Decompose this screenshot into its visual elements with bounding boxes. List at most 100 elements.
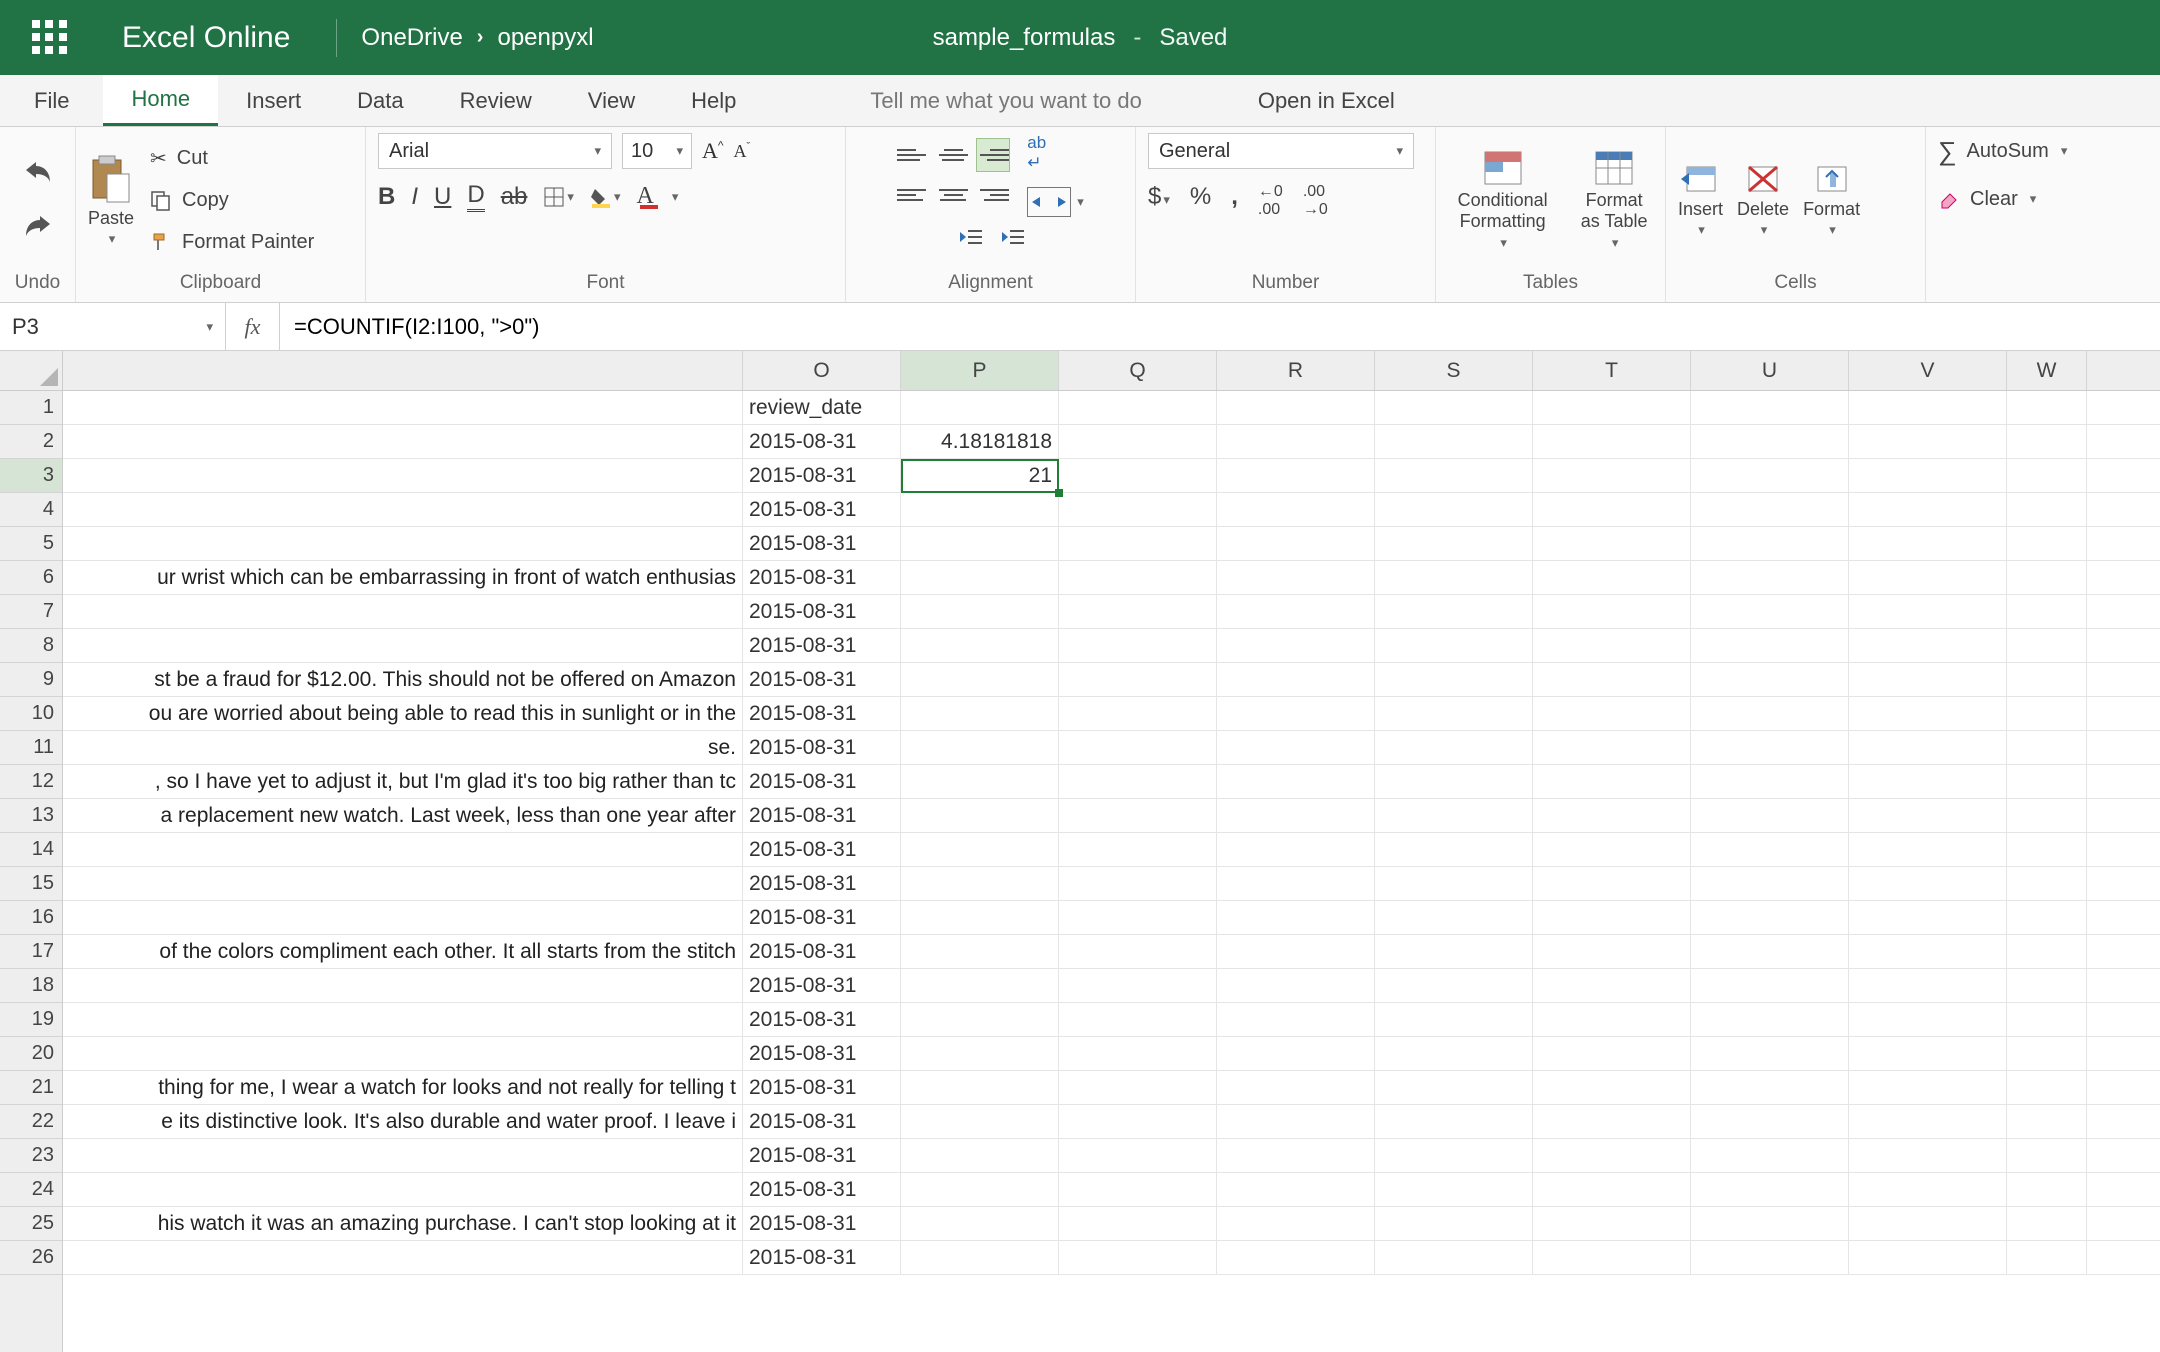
cell[interactable] [1375, 697, 1533, 730]
cell[interactable]: 2015-08-31 [743, 1003, 901, 1036]
cell[interactable]: 2015-08-31 [743, 1105, 901, 1138]
shrink-font-button[interactable]: Aˇ [734, 141, 751, 162]
cell[interactable] [1375, 1139, 1533, 1172]
cell-overflow[interactable] [63, 1139, 743, 1172]
column-header-V[interactable]: V [1849, 351, 2007, 390]
cell[interactable] [901, 527, 1059, 560]
cell[interactable] [1691, 1207, 1849, 1240]
cell[interactable] [1533, 663, 1691, 696]
row-header[interactable]: 26 [0, 1241, 62, 1275]
cell[interactable] [1533, 1071, 1691, 1104]
delete-cells-button[interactable]: Delete▾ [1737, 163, 1789, 239]
column-header-Q[interactable]: Q [1059, 351, 1217, 390]
cell[interactable] [2007, 1139, 2087, 1172]
cell[interactable] [1217, 935, 1375, 968]
cell[interactable] [1059, 561, 1217, 594]
row-header[interactable]: 1 [0, 391, 62, 425]
cell[interactable] [1533, 1173, 1691, 1206]
redo-icon[interactable] [20, 210, 56, 246]
fx-icon[interactable]: fx [226, 303, 280, 350]
fill-color-button[interactable]: ▾ [590, 186, 621, 208]
cell[interactable] [1059, 731, 1217, 764]
cell[interactable] [1375, 595, 1533, 628]
cell[interactable]: 2015-08-31 [743, 1207, 901, 1240]
cell[interactable]: 2015-08-31 [743, 663, 901, 696]
cell[interactable] [1849, 1037, 2007, 1070]
cell[interactable] [1691, 629, 1849, 662]
cell[interactable] [1533, 799, 1691, 832]
column-header-W[interactable]: W [2007, 351, 2087, 390]
cell[interactable] [1533, 1105, 1691, 1138]
cell[interactable] [1059, 867, 1217, 900]
comma-format-button[interactable]: , [1231, 183, 1238, 219]
align-bottom-right[interactable] [977, 179, 1009, 211]
cell-overflow[interactable]: ur wrist which can be embarrassing in fr… [63, 561, 743, 594]
insert-cells-button[interactable]: Insert▾ [1678, 163, 1723, 239]
cell[interactable] [2007, 1241, 2087, 1274]
cell[interactable] [1375, 1037, 1533, 1070]
cell[interactable] [1375, 1241, 1533, 1274]
cell[interactable] [1849, 799, 2007, 832]
cell[interactable] [1059, 1037, 1217, 1070]
cell[interactable] [1849, 663, 2007, 696]
breadcrumb-root[interactable]: OneDrive [361, 24, 462, 52]
cell[interactable] [1849, 459, 2007, 492]
column-header-U[interactable]: U [1691, 351, 1849, 390]
cell[interactable] [901, 561, 1059, 594]
cell[interactable]: 2015-08-31 [743, 1037, 901, 1070]
cell[interactable] [1375, 731, 1533, 764]
cell[interactable] [1217, 1071, 1375, 1104]
cell[interactable] [1059, 629, 1217, 662]
row-header[interactable]: 8 [0, 629, 62, 663]
cell[interactable] [1059, 901, 1217, 934]
tell-me-search[interactable]: Tell me what you want to do [842, 75, 1169, 126]
tab-insert[interactable]: Insert [218, 75, 329, 126]
cell-overflow[interactable] [63, 595, 743, 628]
cell-overflow[interactable]: , so I have yet to adjust it, but I'm gl… [63, 765, 743, 798]
cell[interactable] [2007, 901, 2087, 934]
cell[interactable] [901, 867, 1059, 900]
double-underline-button[interactable]: D [467, 181, 484, 212]
cell[interactable] [1059, 1173, 1217, 1206]
cell[interactable] [2007, 595, 2087, 628]
cell[interactable] [1375, 1071, 1533, 1104]
cell[interactable]: 2015-08-31 [743, 765, 901, 798]
cell[interactable] [1849, 901, 2007, 934]
cell[interactable]: 2015-08-31 [743, 697, 901, 730]
cell[interactable] [901, 1241, 1059, 1274]
cell[interactable] [2007, 493, 2087, 526]
cell-overflow[interactable]: his watch it was an amazing purchase. I … [63, 1207, 743, 1240]
cell[interactable] [1375, 969, 1533, 1002]
app-launcher-icon[interactable] [32, 20, 68, 56]
cell-overflow[interactable]: st be a fraud for $12.00. This should no… [63, 663, 743, 696]
cell[interactable] [1217, 799, 1375, 832]
breadcrumb-folder[interactable]: openpyxl [497, 24, 593, 52]
cell[interactable] [1533, 1207, 1691, 1240]
cell[interactable] [2007, 1003, 2087, 1036]
cell[interactable] [1217, 765, 1375, 798]
cell[interactable] [1849, 867, 2007, 900]
cell[interactable] [1217, 901, 1375, 934]
cell[interactable] [901, 935, 1059, 968]
cell[interactable] [2007, 527, 2087, 560]
column-header-R[interactable]: R [1217, 351, 1375, 390]
align-top-left[interactable] [897, 139, 929, 171]
cell-overflow[interactable]: se. [63, 731, 743, 764]
cell-overflow[interactable]: thing for me, I wear a watch for looks a… [63, 1071, 743, 1104]
cell[interactable]: 4.18181818 [901, 425, 1059, 458]
cell[interactable]: 2015-08-31 [743, 425, 901, 458]
cell[interactable] [1691, 391, 1849, 424]
cell[interactable] [1059, 527, 1217, 560]
cell-overflow[interactable] [63, 391, 743, 424]
cell[interactable] [1533, 459, 1691, 492]
cell[interactable] [1849, 1071, 2007, 1104]
cell[interactable] [1691, 1139, 1849, 1172]
cell[interactable] [1217, 1207, 1375, 1240]
cell[interactable] [1217, 1105, 1375, 1138]
cell[interactable]: 2015-08-31 [743, 833, 901, 866]
cell[interactable] [901, 1071, 1059, 1104]
open-in-excel[interactable]: Open in Excel [1230, 75, 1423, 126]
borders-button[interactable]: ▾ [543, 186, 574, 208]
cell[interactable]: 2015-08-31 [743, 901, 901, 934]
cell[interactable] [1533, 493, 1691, 526]
